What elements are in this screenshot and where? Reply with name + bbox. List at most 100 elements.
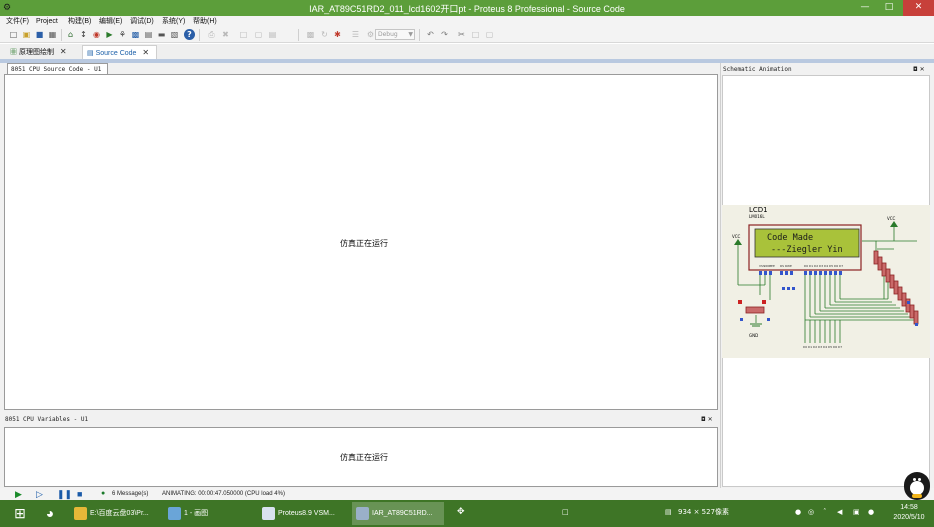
lcd-label: LCD1 (749, 206, 768, 214)
design-explorer-icon[interactable]: ▩ (130, 29, 141, 40)
taskbar-item-proteus[interactable]: IAR_AT89C51RD... (352, 502, 444, 525)
pcb-icon[interactable]: ⚘ (117, 29, 128, 40)
sync-icon[interactable]: ◎ (808, 506, 814, 518)
bottom-pin-labels: D0 D1 D2 D3 D4 D5 D6 D7 (803, 345, 842, 349)
step-icon[interactable]: ▷ (36, 489, 43, 499)
lcd-model: LM016L (749, 214, 765, 219)
delete-icon[interactable]: ✖ (220, 29, 231, 40)
cut-icon[interactable]: ⎙ (206, 29, 217, 40)
title-bar: ⚙ IAR_AT89C51RD2_011_lcd1602开口pt - Prote… (0, 0, 934, 16)
rebuild-icon[interactable]: ↻ (319, 29, 330, 40)
pot-terminal (738, 300, 742, 304)
new-file-icon[interactable]: □ (8, 29, 19, 40)
copy-icon[interactable]: □ (238, 29, 249, 40)
toolbar-separator (61, 29, 62, 41)
notes-icon[interactable]: ▤ (143, 29, 154, 40)
cut-tool-icon[interactable]: ✂ (456, 29, 467, 40)
close-button[interactable]: ✕ (903, 0, 934, 16)
close-tab-icon[interactable]: ✕ (142, 48, 149, 57)
clipboard-icon[interactable]: ▤ (267, 29, 278, 40)
copy-tool-icon[interactable]: □ (470, 29, 481, 40)
simulation-running-text: 仿真正在运行 (340, 239, 388, 248)
source-icon[interactable]: ▧ (169, 29, 180, 40)
pot-pin (740, 318, 743, 321)
svg-text:D1: D1 (809, 264, 813, 268)
paste-tool-icon[interactable]: ▢ (484, 29, 495, 40)
bluetooth-icon[interactable]: ● (795, 506, 801, 518)
qq-penguin-icon[interactable] (904, 472, 930, 500)
play-icon[interactable]: ▶ (15, 489, 22, 499)
component-icon[interactable]: ↕ (78, 29, 89, 40)
taskbar-item-explorer[interactable]: E:\百度云盘03\Pr... (70, 502, 162, 525)
svg-text:E: E (790, 264, 792, 268)
svg-text:D2: D2 (814, 264, 818, 268)
svg-text:D3: D3 (819, 264, 823, 268)
debug-bug-icon[interactable]: ✱ (332, 29, 343, 40)
search-icon[interactable]: ◕ (38, 502, 62, 525)
gerber-icon[interactable]: ▬ (156, 29, 167, 40)
proteus-icon (356, 506, 369, 520)
bom-icon[interactable]: ▶ (104, 29, 115, 40)
schematic-icon: ▦ (10, 49, 17, 56)
close-tab-icon[interactable]: ✕ (60, 47, 67, 56)
system-clock[interactable]: 14:58 2020/5/10 (887, 503, 931, 523)
svg-text:D4: D4 (824, 264, 828, 268)
tab-schematic-capture[interactable]: ▦ 原理图绘制 ✕ (6, 45, 78, 59)
menu-debug[interactable]: 调试(D) (130, 16, 154, 27)
menu-build[interactable]: 构建(B) (68, 16, 91, 27)
menu-project[interactable]: Project (36, 16, 58, 27)
chevron-down-icon: ▼ (408, 31, 413, 38)
svg-text:VEE: VEE (769, 264, 775, 268)
save-icon[interactable]: ■ (34, 29, 45, 40)
info-icon: ● (101, 490, 106, 497)
chevron-up-icon[interactable]: ˆ (823, 506, 827, 518)
variables-panel[interactable]: 仿真正在运行 (4, 427, 718, 487)
volume-icon[interactable]: ◀ (837, 506, 842, 518)
build-icon[interactable]: ▩ (305, 29, 316, 40)
minimize-button[interactable]: — (854, 0, 876, 16)
network-icon[interactable]: ▣ (853, 506, 860, 518)
menu-bar: 文件(F) Project 构建(B) 编辑(E) 调试(D) 系统(Y) 帮助… (0, 16, 934, 27)
redo-icon[interactable]: ↷ (439, 29, 450, 40)
open-folder-icon[interactable]: ▣ (21, 29, 32, 40)
menu-help[interactable]: 帮助(H) (193, 16, 217, 27)
paint-icon (168, 506, 181, 520)
pause-icon[interactable]: ❚❚ (57, 489, 72, 499)
menu-edit[interactable]: 编辑(E) (99, 16, 122, 27)
panel-controls[interactable]: ◘ ✕ (913, 65, 925, 74)
taskbar-item-document[interactable]: Proteus8.9 VSM... (258, 502, 350, 525)
build-config-value: Debug (378, 31, 398, 38)
schematic-view[interactable]: LCD1 LM016L Code Made ---Ziegler Yin VSS… (722, 205, 930, 358)
toolbar-separator (199, 29, 200, 41)
build-config-select[interactable]: Debug ▼ (375, 29, 415, 40)
project-settings-icon[interactable]: ☰ (350, 29, 361, 40)
save-all-icon[interactable]: ▦ (47, 29, 58, 40)
image-size-icon: ▤ (665, 508, 672, 516)
messages-count[interactable]: 6 Message(s) (112, 491, 148, 497)
maximize-button[interactable]: □ (878, 0, 900, 16)
stop-sim-icon[interactable]: ■ (77, 489, 82, 499)
taskbar-item-paint[interactable]: 1 - 画图 (164, 502, 256, 525)
input-method-icon[interactable]: ● (868, 506, 874, 518)
pot-terminal (762, 300, 766, 304)
panel-controls[interactable]: ◘ ✕ (701, 415, 713, 424)
help-icon[interactable]: ? (184, 29, 195, 40)
lcd-pins (759, 271, 842, 275)
menu-file[interactable]: 文件(F) (6, 16, 29, 27)
home-icon[interactable]: ⌂ (65, 29, 76, 40)
screen-region-icon: □ (562, 508, 569, 516)
clock-date: 2020/5/10 (893, 514, 925, 521)
taskbar-paint-label: 1 - 画图 (184, 510, 209, 517)
tab-source-code-label: Source Code (95, 50, 137, 57)
svg-text:D6: D6 (834, 264, 838, 268)
stop-icon[interactable]: ◉ (91, 29, 102, 40)
svg-text:D7: D7 (839, 264, 843, 268)
paste-icon[interactable]: ▢ (253, 29, 264, 40)
toolbar-separator (419, 29, 420, 41)
tab-source-code[interactable]: ▤ Source Code ✕ (82, 45, 157, 59)
undo-icon[interactable]: ↶ (425, 29, 436, 40)
menu-system[interactable]: 系统(Y) (162, 16, 185, 27)
taskbar: ⊞ ◕ E:\百度云盘03\Pr... 1 - 画图 Proteus8.9 VS… (0, 500, 934, 527)
start-button[interactable]: ⊞ (8, 502, 32, 525)
source-code-panel[interactable]: 仿真正在运行 (4, 74, 718, 410)
